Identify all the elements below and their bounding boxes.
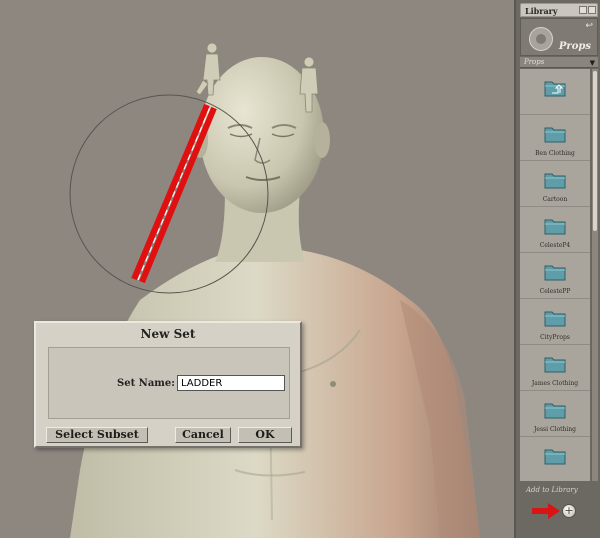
library-category-header[interactable]: ↩ Props bbox=[520, 18, 598, 56]
add-to-library-label: Add to Library bbox=[526, 486, 578, 494]
3d-viewport[interactable] bbox=[0, 0, 514, 538]
red-arrow-icon bbox=[532, 503, 560, 519]
close-button[interactable] bbox=[588, 6, 596, 14]
library-item-label: Ben Clothing bbox=[535, 150, 575, 157]
folder-icon bbox=[544, 403, 566, 419]
library-item[interactable]: James Clothing bbox=[520, 345, 590, 391]
library-category-title: Props bbox=[558, 41, 591, 52]
library-item[interactable]: Jessi Clothing bbox=[520, 391, 590, 437]
up-folder-icon bbox=[544, 81, 566, 97]
return-arrow-icon[interactable]: ↩ bbox=[585, 21, 593, 31]
set-name-input[interactable] bbox=[177, 375, 285, 391]
library-item-label: Jessi Clothing bbox=[534, 426, 576, 433]
ok-button[interactable]: OK bbox=[238, 427, 292, 443]
ladder-prop[interactable] bbox=[131, 103, 217, 284]
library-item-list[interactable]: Ben Clothing Cartoon CelesteP4 CelestePP Cit… bbox=[520, 69, 590, 481]
folder-icon bbox=[544, 219, 566, 235]
library-item[interactable] bbox=[520, 69, 590, 115]
library-panel: Library ↩ Props Props ▼ Ben Clothing Cart… bbox=[514, 0, 600, 538]
folder-icon bbox=[544, 265, 566, 281]
folder-icon bbox=[544, 449, 566, 465]
folder-icon bbox=[544, 127, 566, 143]
folder-icon bbox=[544, 357, 566, 373]
library-title: Library bbox=[525, 6, 558, 16]
library-subcategory-dropdown[interactable]: Props ▼ bbox=[520, 57, 598, 68]
dialog-title: New Set bbox=[140, 327, 196, 341]
chevron-down-icon: ▼ bbox=[589, 59, 595, 67]
library-category-icon bbox=[529, 27, 553, 51]
minimize-button[interactable] bbox=[579, 6, 587, 14]
add-to-library-button[interactable]: + bbox=[562, 504, 576, 518]
library-item[interactable] bbox=[520, 437, 590, 481]
new-set-dialog: New Set Set Name: Select Subset Cancel O… bbox=[34, 321, 302, 448]
library-titlebar[interactable]: Library bbox=[520, 3, 598, 17]
library-item-label: CelesteP4 bbox=[539, 242, 571, 249]
library-item[interactable]: Ben Clothing bbox=[520, 115, 590, 161]
library-item[interactable]: CelesteP4 bbox=[520, 207, 590, 253]
dialog-content-panel: Set Name: bbox=[48, 347, 290, 419]
library-item-label: CityProps bbox=[540, 334, 570, 341]
library-item[interactable]: CelestePP bbox=[520, 253, 590, 299]
library-scrollbar[interactable] bbox=[591, 69, 598, 481]
set-name-label: Set Name: bbox=[117, 378, 175, 389]
library-item-label: Cartoon bbox=[542, 196, 568, 203]
library-scrollbar-thumb[interactable] bbox=[593, 71, 597, 231]
library-item-label: James Clothing bbox=[531, 380, 579, 387]
folder-icon bbox=[544, 311, 566, 327]
folder-icon bbox=[544, 173, 566, 189]
library-item[interactable]: CityProps bbox=[520, 299, 590, 345]
select-subset-button[interactable]: Select Subset bbox=[46, 427, 148, 443]
library-item[interactable]: Cartoon bbox=[520, 161, 590, 207]
viewport-scene[interactable] bbox=[0, 0, 514, 538]
library-item-label: CelestePP bbox=[539, 288, 571, 295]
library-subcategory-label: Props bbox=[524, 58, 545, 66]
cancel-button[interactable]: Cancel bbox=[175, 427, 231, 443]
